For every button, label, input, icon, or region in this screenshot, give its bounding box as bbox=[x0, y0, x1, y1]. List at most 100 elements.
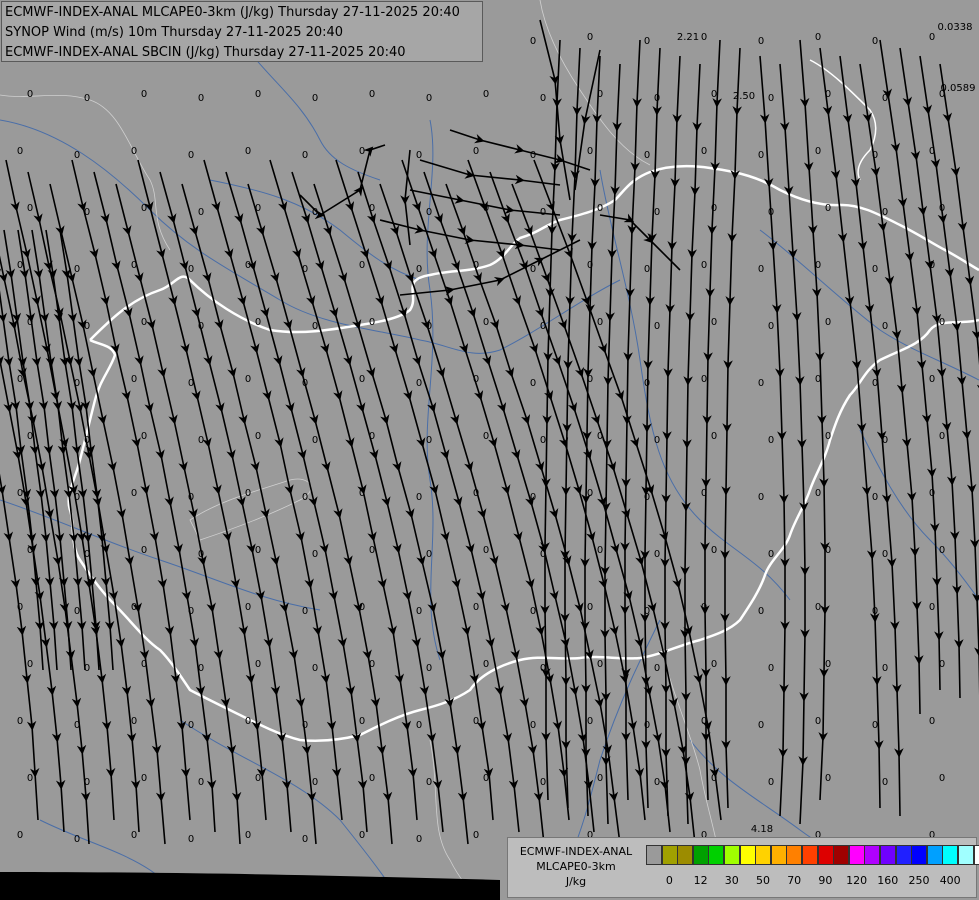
map-canvas: 0 0 0 0 0 0 0 0 0 0 0 0 0 0 0 0 0 0 0 0 0 0 0 0 0 0 0 0 0 0 0 0 0 0 0 0 0 0 0 0… bbox=[0, 0, 979, 900]
cape-value-label: 0 bbox=[483, 89, 489, 100]
cape-value-label: 0 bbox=[483, 317, 489, 328]
cape-value-label: 0 bbox=[359, 146, 365, 157]
cape-value-label: 0 bbox=[369, 431, 375, 442]
cape-value-label: 0 bbox=[426, 93, 432, 104]
cape-value-label: 0 bbox=[540, 777, 546, 788]
cape-value-label: 0 bbox=[872, 720, 878, 731]
cape-value-label: 0 bbox=[768, 549, 774, 560]
cape-value-label: 0 bbox=[654, 663, 660, 674]
cape-value-label: 0 bbox=[131, 716, 137, 727]
cape-value-label: 0 bbox=[758, 720, 764, 731]
cape-value-label: 0 bbox=[815, 32, 821, 43]
cape-value-label: 0 bbox=[255, 89, 261, 100]
cape-value-label: 0 bbox=[815, 374, 821, 385]
cape-value-label: 0 bbox=[597, 659, 603, 670]
cape-value-label: 0 bbox=[302, 492, 308, 503]
cape-value-label: 0 bbox=[312, 207, 318, 218]
cape-value-label: 0 bbox=[882, 435, 888, 446]
legend-swatch bbox=[646, 845, 662, 865]
cape-value-label: 0 bbox=[74, 264, 80, 275]
cape-value-label: 0 bbox=[758, 492, 764, 503]
cape-value-label: 0 bbox=[359, 488, 365, 499]
cape-value-label: 0 bbox=[131, 830, 137, 841]
cape-value-label: 0 bbox=[597, 203, 603, 214]
cape-value-label: 0 bbox=[198, 663, 204, 674]
cape-value-label: 0 bbox=[872, 492, 878, 503]
cape-value-label: 0 bbox=[473, 146, 479, 157]
legend-tick-label: 160 bbox=[877, 874, 899, 887]
cape-value-label: 0 bbox=[369, 89, 375, 100]
cape-value-label: 0 bbox=[825, 431, 831, 442]
cape-value-label: 0 bbox=[483, 431, 489, 442]
cape-value-label: 0 bbox=[587, 602, 593, 613]
cape-value-label: 0 bbox=[359, 716, 365, 727]
cape-value-label: 0 bbox=[369, 773, 375, 784]
cape-value-label: 0 bbox=[644, 150, 650, 161]
legend-swatch bbox=[848, 845, 865, 865]
cape-value-label: 0 bbox=[416, 834, 422, 845]
cape-value-label: 0 bbox=[587, 374, 593, 385]
cape-value-label: 0 bbox=[188, 264, 194, 275]
cape-value-label: 0 bbox=[587, 260, 593, 271]
legend-swatch bbox=[708, 845, 725, 865]
cape-value-label: 0 bbox=[302, 720, 308, 731]
cape-value-label: 0 bbox=[74, 378, 80, 389]
cape-value-label: 0 bbox=[473, 488, 479, 499]
cape-value-label: 0 bbox=[416, 150, 422, 161]
cape-value-label: 0 bbox=[302, 834, 308, 845]
cape-value-label: 0 bbox=[483, 773, 489, 784]
legend-swatch bbox=[786, 845, 803, 865]
cape-value-label: 0 bbox=[815, 146, 821, 157]
cape-value-label: 0 bbox=[198, 777, 204, 788]
cape-value-label: 0 bbox=[27, 89, 33, 100]
cape-value-label: 0 bbox=[644, 36, 650, 47]
cape-value-label: 0 bbox=[597, 431, 603, 442]
cape-value-label: 0 bbox=[530, 264, 536, 275]
cape-value-label: 0 bbox=[758, 36, 764, 47]
cape-value-label: 0 bbox=[597, 317, 603, 328]
cape-value-label: 0 bbox=[255, 773, 261, 784]
cape-value-label: 0 bbox=[416, 378, 422, 389]
cape-value-label: 0 bbox=[198, 435, 204, 446]
cape-value-label: 0 bbox=[27, 773, 33, 784]
legend-caption-unit: J/kg bbox=[565, 875, 587, 888]
cape-value-label: 0 bbox=[825, 89, 831, 100]
legend-swatch bbox=[958, 845, 974, 865]
cape-value-label: 0 bbox=[701, 146, 707, 157]
cape-value-label: 0 bbox=[255, 203, 261, 214]
cape-value-label: 0 bbox=[198, 549, 204, 560]
cape-value-label: 0 bbox=[587, 32, 593, 43]
cape-value-label: 0 bbox=[768, 321, 774, 332]
cape-value-label: 0 bbox=[426, 321, 432, 332]
cape-value-label: 0 bbox=[882, 663, 888, 674]
cape-value-label: 0 bbox=[882, 549, 888, 560]
cape-value-label: 0 bbox=[27, 317, 33, 328]
cape-value-label: 0 bbox=[188, 150, 194, 161]
cape-value-label: 0 bbox=[701, 32, 707, 43]
cape-value-label: 0 bbox=[198, 321, 204, 332]
cape-value-label: 0 bbox=[312, 549, 318, 560]
legend-swatch bbox=[833, 845, 850, 865]
cape-value-label: 0 bbox=[369, 545, 375, 556]
cape-value-label: 0 bbox=[17, 830, 23, 841]
cape-value-label: 0 bbox=[245, 830, 251, 841]
cape-value-label: 0 bbox=[530, 606, 536, 617]
cape-value-label: 0 bbox=[312, 321, 318, 332]
cape-value-label: 0 bbox=[644, 264, 650, 275]
cape-value-label: 0 bbox=[530, 492, 536, 503]
cape-value-label: 0 bbox=[131, 146, 137, 157]
cape-value-label: 0 bbox=[768, 93, 774, 104]
cape-value-label: 0 bbox=[644, 606, 650, 617]
legend-caption-param: MLCAPE0-3km bbox=[536, 860, 616, 873]
cape-value-label: 0 bbox=[929, 488, 935, 499]
cape-value-label: 0 bbox=[473, 602, 479, 613]
cape-value-label: 0 bbox=[141, 317, 147, 328]
cape-value-label: 0 bbox=[369, 317, 375, 328]
cape-value-label: 0 bbox=[483, 203, 489, 214]
cape-value-label: 0 bbox=[141, 203, 147, 214]
legend-swatch bbox=[677, 845, 694, 865]
cape-value-label: 0 bbox=[27, 203, 33, 214]
cape-value-label: 0 bbox=[188, 720, 194, 731]
cape-value-label: 0 bbox=[416, 264, 422, 275]
legend-swatch bbox=[802, 845, 818, 865]
